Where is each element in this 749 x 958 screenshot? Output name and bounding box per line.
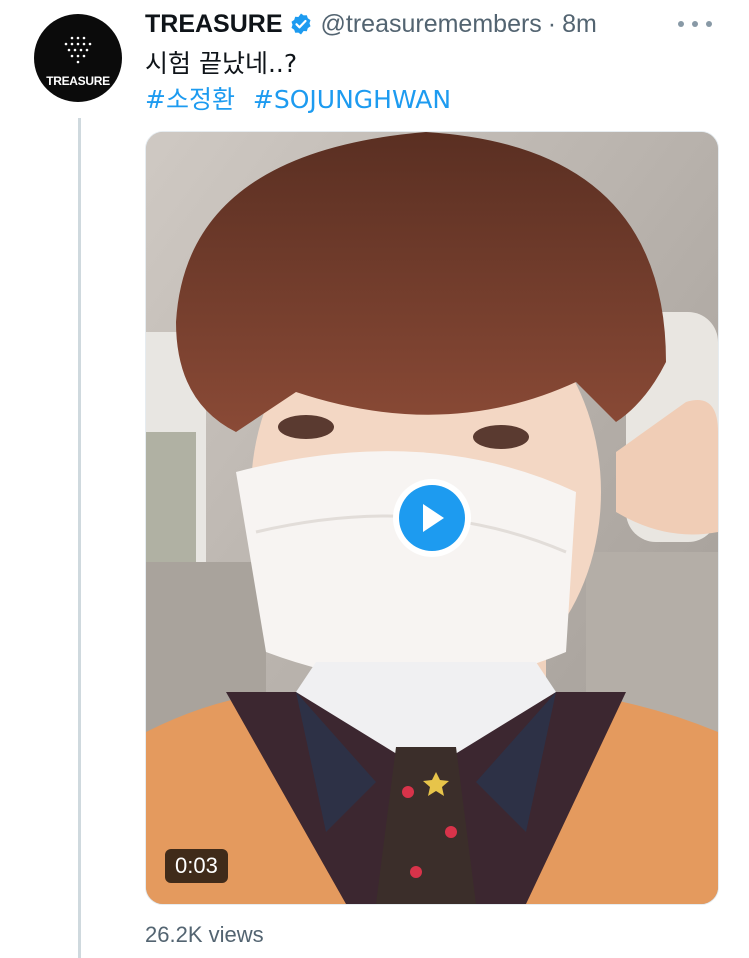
avatar-logo-text: TREASURE [46,74,110,88]
tweet-timestamp[interactable]: 8m [562,10,597,39]
tweet-header: TREASURE @treasuremembers · 8m [145,6,597,42]
more-options-icon[interactable] [678,14,712,34]
tweet-text: 시험 끝났네..? [145,49,298,78]
thread-line [78,118,81,958]
author-handle[interactable]: @treasuremembers [321,10,542,39]
hashtag-link[interactable]: #소정환 [145,85,235,114]
verified-badge-icon [289,12,313,36]
hashtag-link[interactable]: #SOJUNGHWAN [253,85,451,114]
play-button[interactable] [393,479,471,557]
video-duration-badge: 0:03 [165,849,228,883]
hashtag-list: #소정환 #SOJUNGHWAN [145,80,461,116]
play-icon [399,485,465,551]
treasure-logo-icon [64,36,92,64]
separator-dot: · [547,9,557,38]
avatar[interactable]: TREASURE [34,14,122,102]
author-name[interactable]: TREASURE [145,10,283,39]
video-player[interactable]: 0:03 [145,131,719,905]
view-count: 26.2K views [145,922,264,947]
